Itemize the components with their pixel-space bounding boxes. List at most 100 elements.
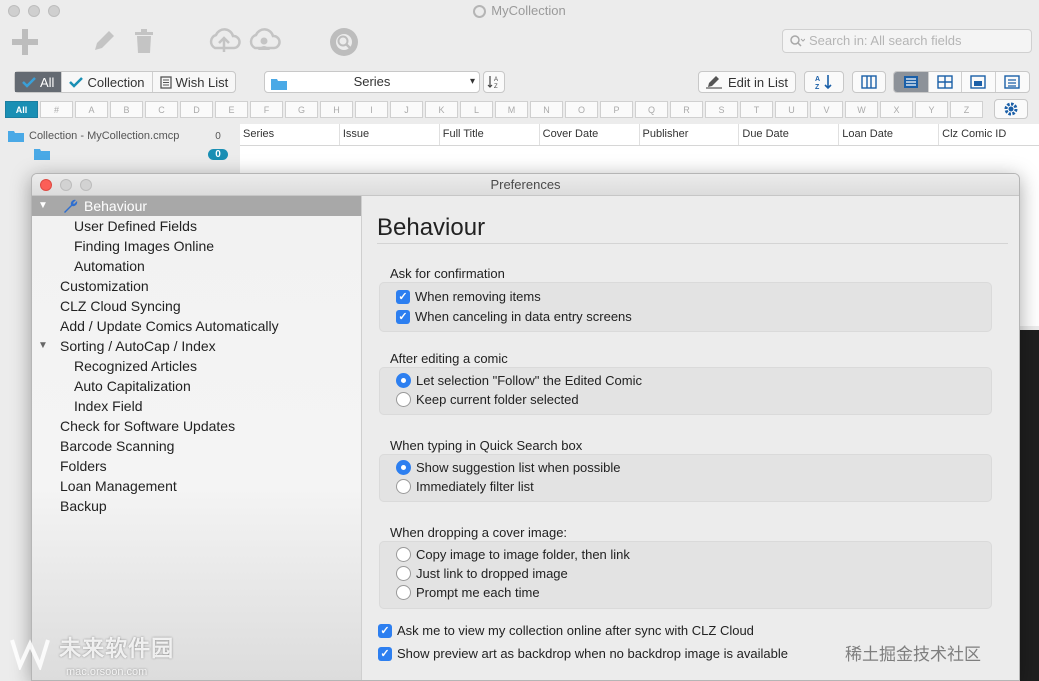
tab-wish-list[interactable]: Wish List xyxy=(153,72,236,92)
sidebar-item-barcode-scanning[interactable]: Barcode Scanning xyxy=(32,436,361,456)
option-label: Immediately filter list xyxy=(416,479,534,494)
checkbox-when-removing-items[interactable]: ✓ When removing items xyxy=(396,289,541,304)
minimize-window-button[interactable] xyxy=(28,5,40,17)
sidebar-item-customization[interactable]: Customization xyxy=(32,276,361,296)
alpha-r[interactable]: R xyxy=(670,101,703,118)
alpha-q[interactable]: Q xyxy=(635,101,668,118)
close-preferences-button[interactable] xyxy=(40,179,52,191)
radio-just-link-dropped-image[interactable]: Just link to dropped image xyxy=(396,566,568,581)
alpha-all[interactable]: All xyxy=(5,101,38,118)
radio-prompt-each-time[interactable]: Prompt me each time xyxy=(396,585,540,600)
alpha-s[interactable]: S xyxy=(705,101,738,118)
series-folder-select[interactable]: Series ▾ xyxy=(264,71,480,93)
view-details-button[interactable] xyxy=(994,72,1030,92)
tree-child-item[interactable]: 0 xyxy=(8,146,228,162)
cloud-account-icon[interactable] xyxy=(247,26,281,59)
sidebar-item-index-field[interactable]: Index Field xyxy=(32,396,361,416)
alpha-z[interactable]: Z xyxy=(950,101,983,118)
edit-list-icon xyxy=(706,76,722,89)
alpha-j[interactable]: J xyxy=(390,101,423,118)
zoom-window-button[interactable] xyxy=(48,5,60,17)
sidebar-item-automation[interactable]: Automation xyxy=(32,256,361,276)
column-header-issue[interactable]: Issue xyxy=(340,124,440,145)
sort-order-button[interactable]: AZ xyxy=(483,71,505,93)
sidebar-item-auto-capitalization[interactable]: Auto Capitalization xyxy=(32,376,361,396)
alpha-x[interactable]: X xyxy=(880,101,913,118)
column-header-cover-date[interactable]: Cover Date xyxy=(540,124,640,145)
add-icon[interactable] xyxy=(10,27,40,60)
alpha-k[interactable]: K xyxy=(425,101,458,118)
sort-az-button[interactable]: AZ xyxy=(804,71,844,93)
alpha-e[interactable]: E xyxy=(215,101,248,118)
edit-in-list-button[interactable]: Edit in List xyxy=(698,71,796,93)
alpha-n[interactable]: N xyxy=(530,101,563,118)
svg-text:A: A xyxy=(494,77,498,83)
sidebar-item-check-for-updates[interactable]: Check for Software Updates xyxy=(32,416,361,436)
alpha-a[interactable]: A xyxy=(75,101,108,118)
alpha-p[interactable]: P xyxy=(600,101,633,118)
trash-icon[interactable] xyxy=(132,28,156,57)
sidebar-item-loan-management[interactable]: Loan Management xyxy=(32,476,361,496)
view-card-button[interactable] xyxy=(961,72,995,92)
sidebar-item-finding-images-online[interactable]: Finding Images Online xyxy=(32,236,361,256)
alpha-w[interactable]: W xyxy=(845,101,878,118)
alpha-b[interactable]: B xyxy=(110,101,143,118)
radio-keep-current-folder[interactable]: Keep current folder selected xyxy=(396,392,579,407)
sidebar-item-folders[interactable]: Folders xyxy=(32,456,361,476)
alpha-t[interactable]: T xyxy=(740,101,773,118)
column-header-due-date[interactable]: Due Date xyxy=(739,124,840,145)
details-view-icon xyxy=(1004,75,1020,89)
view-grid-button[interactable] xyxy=(927,72,962,92)
checkbox-view-collection-online[interactable]: ✓ Ask me to view my collection online af… xyxy=(378,623,754,638)
radio-follow-edited-comic[interactable]: Let selection "Follow" the Edited Comic xyxy=(396,373,642,388)
cloud-sync-icon[interactable] xyxy=(207,26,241,59)
barcode-scan-icon[interactable] xyxy=(328,26,360,61)
tree-root-count: 0 xyxy=(215,130,221,142)
view-list-button[interactable] xyxy=(894,72,928,92)
tab-all[interactable]: All xyxy=(15,72,63,92)
column-header-publisher[interactable]: Publisher xyxy=(640,124,740,145)
radio-show-suggestion-list[interactable]: Show suggestion list when possible xyxy=(396,460,621,475)
column-header-loan-date[interactable]: Loan Date xyxy=(839,124,940,145)
column-header-clz-comic-id[interactable]: Clz Comic ID xyxy=(939,124,1039,145)
disclosure-open-icon[interactable]: ▼ xyxy=(38,196,48,216)
zoom-preferences-button[interactable] xyxy=(80,179,92,191)
checkbox-when-canceling-data-entry[interactable]: ✓ When canceling in data entry screens xyxy=(396,309,632,324)
sidebar-item-recognized-articles[interactable]: Recognized Articles xyxy=(32,356,361,376)
alpha-hash[interactable]: # xyxy=(40,101,73,118)
alpha-m[interactable]: M xyxy=(495,101,528,118)
alphabet-filter-bar: All # A B C D E F G H I J K L M N O P Q … xyxy=(5,101,990,119)
alpha-o[interactable]: O xyxy=(565,101,598,118)
close-window-button[interactable] xyxy=(8,5,20,17)
radio-copy-image-then-link[interactable]: Copy image to image folder, then link xyxy=(396,547,630,562)
sidebar-item-backup[interactable]: Backup xyxy=(32,496,361,516)
radio-immediately-filter-list[interactable]: Immediately filter list xyxy=(396,479,534,494)
alpha-g[interactable]: G xyxy=(285,101,318,118)
settings-button[interactable] xyxy=(994,99,1028,119)
sidebar-item-sorting-autocap-index[interactable]: ▼ Sorting / AutoCap / Index xyxy=(32,336,361,356)
column-header-full-title[interactable]: Full Title xyxy=(440,124,540,145)
alpha-h[interactable]: H xyxy=(320,101,353,118)
edit-pencil-icon[interactable] xyxy=(91,28,117,57)
alpha-u[interactable]: U xyxy=(775,101,808,118)
checkbox-show-preview-backdrop[interactable]: ✓ Show preview art as backdrop when no b… xyxy=(378,646,788,661)
alpha-d[interactable]: D xyxy=(180,101,213,118)
alpha-i[interactable]: I xyxy=(355,101,388,118)
alpha-v[interactable]: V xyxy=(810,101,843,118)
sidebar-item-add-update-comics[interactable]: Add / Update Comics Automatically xyxy=(32,316,361,336)
alpha-c[interactable]: C xyxy=(145,101,178,118)
tree-child-count-badge: 0 xyxy=(208,148,228,160)
sidebar-item-clz-cloud-syncing[interactable]: CLZ Cloud Syncing xyxy=(32,296,361,316)
search-input[interactable]: Search in: All search fields xyxy=(782,29,1032,53)
sidebar-item-behaviour[interactable]: ▼ Behaviour xyxy=(32,196,361,216)
tab-collection[interactable]: Collection xyxy=(62,72,153,92)
view-columns-button[interactable] xyxy=(852,71,886,93)
alpha-f[interactable]: F xyxy=(250,101,283,118)
alpha-y[interactable]: Y xyxy=(915,101,948,118)
disclosure-open-icon[interactable]: ▼ xyxy=(38,336,48,356)
sidebar-item-user-defined-fields[interactable]: User Defined Fields xyxy=(32,216,361,236)
column-header-series[interactable]: Series xyxy=(240,124,340,145)
alpha-l[interactable]: L xyxy=(460,101,493,118)
tree-root-item[interactable]: Collection - MyCollection.cmcp 0 xyxy=(8,128,228,144)
minimize-preferences-button[interactable] xyxy=(60,179,72,191)
